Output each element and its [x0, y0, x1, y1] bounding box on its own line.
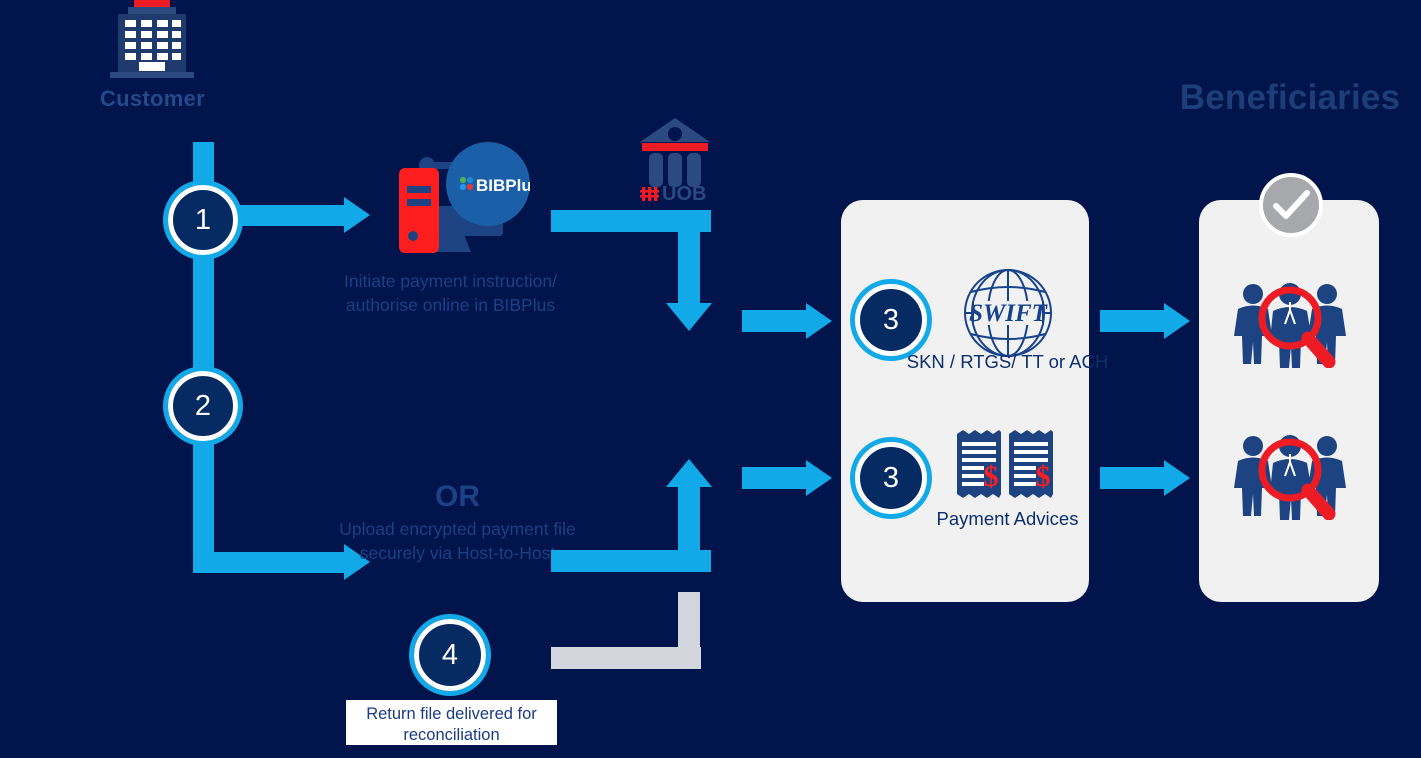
- arrow1-shaft: [232, 205, 346, 226]
- swift-globe-icon: SWIFT: [963, 268, 1053, 358]
- connector-step1-to-step2: [193, 246, 214, 378]
- svg-text:$: $: [984, 460, 999, 493]
- step-2-badge[interactable]: 2: [163, 366, 243, 446]
- route-top-arrow-head-icon: [666, 303, 712, 331]
- return-route-horizontal: [551, 647, 701, 669]
- step-2-number: 2: [194, 389, 212, 422]
- route-bottom-arrow-head-icon: [666, 459, 712, 487]
- svg-text:UOB: UOB: [662, 183, 706, 201]
- arrow-to-beneficiary-top-shaft: [1100, 310, 1166, 332]
- or-label: OR: [435, 480, 480, 513]
- step-3-swift-badge[interactable]: 3: [850, 279, 932, 361]
- connector-bottom-horizontal: [193, 552, 345, 573]
- return-file-label: Return file delivered for reconciliation: [346, 700, 557, 745]
- swift-channels-label: SKN / RTGS/ TT or ACH: [906, 351, 1109, 372]
- payment-advices-label: Payment Advices: [936, 508, 1079, 529]
- beneficiary-group-magnifier-icon: [1232, 278, 1348, 368]
- svg-text:$: $: [1036, 460, 1051, 493]
- payment-advice-receipts-icon: $ $: [955, 430, 1055, 502]
- step-3-advices-badge[interactable]: 3: [850, 437, 932, 519]
- svg-text:BIBPlus: BIBPlus: [476, 176, 530, 195]
- svg-text:SWIFT: SWIFT: [969, 300, 1049, 327]
- step-2-description: Upload encrypted payment file securely v…: [339, 519, 576, 563]
- beneficiary-group-magnifier-icon-2: [1232, 430, 1348, 520]
- check-circle-badge-icon: [1259, 173, 1323, 237]
- connector-step2-down: [193, 432, 214, 564]
- customer-label: Customer: [99, 86, 206, 111]
- clearing-channels-panel: [841, 200, 1089, 602]
- step-4-number: 4: [441, 638, 459, 671]
- diagram-canvas: Customer Beneficiaries 1 2 BIBPlu Initia…: [0, 0, 1421, 758]
- beneficiaries-panel: [1199, 200, 1379, 602]
- step-1-description: Initiate payment instruction/ authorise …: [343, 271, 558, 315]
- step-3-swift-number: 3: [882, 303, 900, 336]
- step-4-badge[interactable]: 4: [409, 614, 491, 696]
- arrow-to-beneficiary-bottom-shaft: [1100, 467, 1166, 489]
- arrow-to-advices-shaft: [742, 467, 808, 489]
- office-building-icon: [104, 0, 200, 82]
- arrow-to-beneficiary-top-head-icon: [1164, 303, 1190, 339]
- route-bottom-vertical: [678, 487, 700, 572]
- arrow1-head-icon: [344, 197, 370, 233]
- arrow-to-advices-head-icon: [806, 460, 832, 496]
- bibplus-logo-bubble: BIBPlus: [446, 142, 530, 226]
- arrow-to-swift-head-icon: [806, 303, 832, 339]
- route-top-vertical: [678, 210, 700, 317]
- arrow-to-beneficiary-bottom-head-icon: [1164, 460, 1190, 496]
- arrow-to-swift-shaft: [742, 310, 808, 332]
- step-1-badge[interactable]: 1: [163, 180, 243, 260]
- step-1-number: 1: [194, 203, 212, 236]
- bank-columns-icon: UOB: [636, 116, 714, 201]
- return-route-vertical: [678, 592, 700, 647]
- step-3-advices-number: 3: [882, 461, 900, 494]
- beneficiaries-title: Beneficiaries: [1179, 78, 1401, 117]
